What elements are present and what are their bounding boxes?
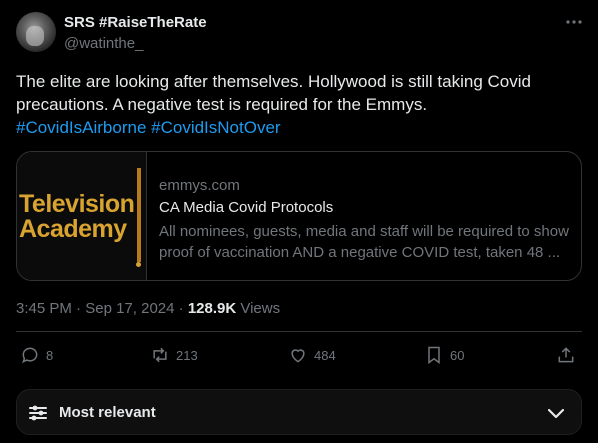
author-handle[interactable]: @watinthe_ bbox=[64, 35, 143, 52]
link-card[interactable]: Television Academy emmys.com CA Media Co… bbox=[16, 151, 582, 281]
card-domain: emmys.com bbox=[159, 177, 240, 194]
logo-bar bbox=[137, 168, 141, 262]
heart-icon bbox=[291, 349, 305, 363]
card-thumbnail: Television Academy bbox=[17, 152, 147, 280]
tweet-text: The elite are looking after themselves. … bbox=[16, 70, 582, 139]
bookmark-count: 60 bbox=[450, 347, 465, 363]
reply-icon bbox=[22, 347, 38, 364]
card-title: CA Media Covid Protocols bbox=[159, 199, 334, 216]
sort-replies-dropdown[interactable]: Most relevant bbox=[16, 389, 582, 435]
meta-separator: · bbox=[76, 300, 82, 317]
tweet-body: The elite are looking after themselves. … bbox=[16, 72, 531, 114]
divider bbox=[16, 331, 582, 332]
sort-label: Most relevant bbox=[59, 404, 156, 421]
action-bar: 8 213 484 60 bbox=[16, 345, 582, 369]
logo-dot bbox=[136, 262, 141, 267]
views-count: 128.9K bbox=[187, 300, 237, 317]
tweet-time[interactable]: 3:45 PM bbox=[16, 300, 72, 317]
share-button[interactable] bbox=[556, 345, 576, 365]
tweet-meta: 3:45 PM · Sep 17, 2024 · 128.9K Views bbox=[16, 300, 280, 317]
reply-button[interactable]: 8 bbox=[20, 345, 53, 365]
reply-count: 8 bbox=[46, 347, 54, 363]
bookmark-button[interactable]: 60 bbox=[424, 345, 464, 365]
filter-sliders-icon bbox=[29, 405, 47, 421]
author-name[interactable]: SRS #RaiseTheRate bbox=[64, 14, 207, 31]
card-description: All nominees, guests, media and staff wi… bbox=[159, 223, 569, 261]
repost-button[interactable]: 213 bbox=[150, 345, 198, 365]
share-icon bbox=[558, 347, 574, 363]
tweet-date[interactable]: Sep 17, 2024 bbox=[85, 300, 174, 317]
chevron-down-icon bbox=[547, 408, 565, 419]
logo-line: Television bbox=[19, 190, 135, 218]
repost-icon bbox=[153, 347, 167, 363]
logo-line: Academy bbox=[19, 215, 127, 243]
like-button[interactable]: 484 bbox=[288, 345, 336, 365]
meta-separator: · bbox=[178, 300, 184, 317]
more-options-icon[interactable] bbox=[564, 12, 584, 32]
views-label: Views bbox=[240, 300, 281, 317]
television-academy-logo: Television Academy bbox=[19, 190, 135, 243]
repost-count: 213 bbox=[176, 347, 198, 363]
bookmark-icon bbox=[428, 346, 440, 364]
hashtag-link[interactable]: #CovidIsAirborne bbox=[16, 118, 146, 137]
like-count: 484 bbox=[314, 347, 336, 363]
hashtag-link[interactable]: #CovidIsNotOver bbox=[151, 118, 280, 137]
avatar[interactable] bbox=[16, 12, 56, 52]
